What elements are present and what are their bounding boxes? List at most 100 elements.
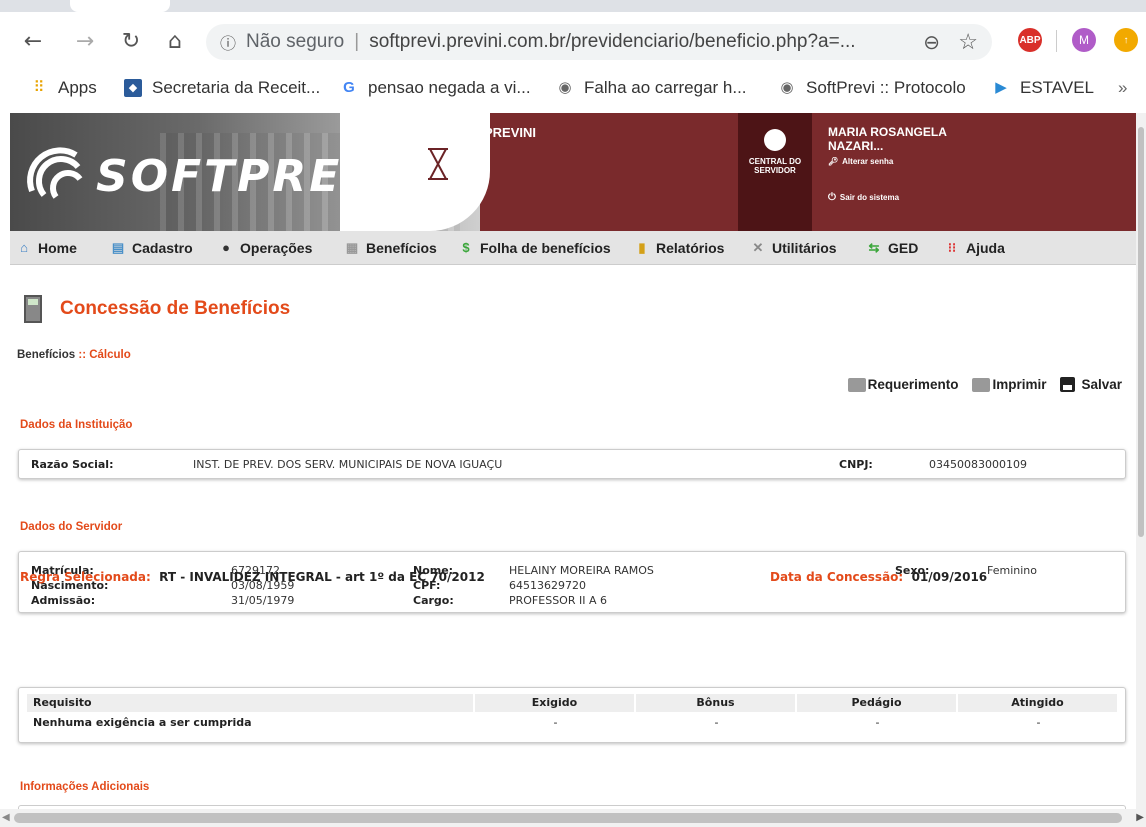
menu-cadastro[interactable]: ▤ Cadastro [110, 240, 193, 256]
operacoes-icon: ● [222, 240, 230, 255]
address-bar[interactable]: ⓘ Não seguro | softprevi.previni.com.br/… [206, 24, 992, 60]
bookmark-label: ESTAVEL [1020, 78, 1095, 97]
menu-ged[interactable]: ⇆ GED [866, 240, 919, 256]
active-tab[interactable] [70, 0, 170, 12]
security-label: Não seguro [246, 31, 345, 52]
central-do-servidor-button[interactable]: CENTRAL DO SERVIDOR [738, 113, 812, 231]
org-name: PREVINI [484, 125, 537, 140]
extension-icon[interactable]: ↑ [1114, 28, 1138, 52]
main-menu: ⌂ Home ▤ Cadastro ● Operações ▦ Benefícios $… [10, 231, 1136, 265]
section-servidor-title: Dados do Servidor [20, 521, 123, 533]
home-icon[interactable]: ⌂ [160, 26, 190, 56]
bookmark-falha[interactable]: ◉ Falha ao carregar h... [556, 78, 747, 98]
star-icon[interactable]: ☆ [958, 29, 978, 55]
cpf-value: 64513629720 [509, 579, 586, 592]
cell-atingido: - [1036, 716, 1041, 729]
bookmark-apps[interactable]: ⠿ Apps [30, 78, 97, 98]
menu-folha[interactable]: $ Folha de benefícios [458, 240, 611, 256]
admissao-value: 31/05/1979 [231, 594, 295, 607]
bookmark-estavel[interactable]: ▶ ESTAVEL [992, 78, 1094, 98]
logo-text: SOFTPREVI [96, 151, 399, 202]
imprimir-button[interactable]: Imprimir [972, 377, 1046, 392]
menu-label: Utilitários [772, 240, 837, 256]
change-password-label: Alterar senha [842, 157, 894, 166]
scroll-left-icon[interactable]: ◀ [2, 812, 10, 823]
url-text[interactable]: softprevi.previni.com.br/previdenciario/… [369, 31, 855, 53]
cell-bonus: - [714, 716, 719, 729]
table-row: Nenhuma exigência a ser cumprida - - - - [27, 714, 1119, 732]
imprimir-label: Imprimir [992, 377, 1047, 392]
cargo-label: Cargo: [413, 594, 454, 607]
info-icon[interactable]: ⓘ [220, 30, 236, 54]
admissao-label: Admissão: [31, 594, 96, 607]
site-header: SOFTPREVI PREVINI CENTRAL DO SERVIDOR MA… [10, 113, 1136, 231]
scroll-right-icon[interactable]: ▶ [1136, 812, 1144, 823]
bookmark-receita[interactable]: ◆ Secretaria da Receit... [124, 78, 320, 98]
bookmark-label: Falha ao carregar h... [584, 78, 747, 97]
menu-label: Benefícios [366, 240, 437, 256]
menu-label: Folha de benefícios [480, 240, 611, 256]
instituicao-panel: Razão Social: INST. DE PREV. DOS SERV. M… [18, 449, 1126, 479]
cnpj-value: 03450083000109 [929, 458, 1027, 471]
page-title-row: Concessão de Benefícios [24, 295, 290, 323]
header-bonus: Bônus [636, 694, 797, 712]
bookmark-protocolo[interactable]: ◉ SoftPrevi :: Protocolo [778, 78, 965, 98]
zoom-icon[interactable]: ⊖ [923, 30, 940, 55]
main-content: Concessão de Benefícios Benefícios :: Cá… [10, 265, 1136, 815]
data-concessao-value: 01/09/2016 [911, 570, 988, 584]
bookmarks-overflow[interactable]: » [1118, 78, 1127, 98]
menu-ajuda[interactable]: ⁝⁝ Ajuda [944, 240, 1005, 256]
key-icon: 🔑︎ [828, 157, 839, 166]
abp-extension-icon[interactable]: ABP [1018, 28, 1042, 52]
home-icon: ⌂ [20, 240, 28, 255]
bookmark-pensao[interactable]: Gpensao negada a vi... [340, 78, 530, 98]
menu-beneficios[interactable]: ▦ Benefícios [344, 240, 437, 256]
menu-label: Operações [240, 240, 313, 256]
chart-icon: ▮ [638, 240, 646, 255]
salvar-label: Salvar [1081, 377, 1122, 392]
header-pedagio: Pedágio [797, 694, 958, 712]
ged-icon: ⇆ [868, 240, 880, 255]
profile-avatar[interactable]: M [1072, 28, 1096, 52]
menu-utilitarios[interactable]: ✕ Utilitários [750, 240, 837, 256]
horizontal-scrollbar[interactable]: ◀ ▶ [0, 809, 1146, 827]
globe-icon: ◉ [780, 79, 794, 96]
scrollbar-thumb[interactable] [1138, 127, 1144, 537]
razao-social-value: INST. DE PREV. DOS SERV. MUNICIPAIS DE N… [193, 458, 503, 471]
breadcrumb: Benefícios :: Cálculo [17, 349, 131, 361]
cargo-value: PROFESSOR II A 6 [509, 594, 607, 607]
tab-strip [0, 0, 1146, 12]
scrollbar-thumb[interactable] [14, 813, 1122, 823]
requerimento-button[interactable]: Requerimento [847, 377, 958, 392]
arrow-right-icon[interactable]: → [70, 26, 100, 56]
razao-social-label: Razão Social: [31, 458, 114, 471]
address-separator: | [354, 31, 360, 52]
change-password-link[interactable]: 🔑︎ Alterar senha [828, 155, 1028, 169]
google-icon: G [343, 79, 355, 96]
printer-icon [847, 377, 866, 392]
estavel-icon: ▶ [995, 79, 1007, 96]
apps-grid-icon: ⠿ [33, 79, 45, 96]
header-atingido: Atingido [958, 694, 1119, 712]
menu-label: Ajuda [966, 240, 1005, 256]
breadcrumb-parent[interactable]: Benefícios [17, 349, 75, 361]
cadastro-icon: ▤ [111, 240, 125, 255]
menu-label: Home [38, 240, 77, 256]
central-label-1: CENTRAL DO [748, 157, 802, 166]
receita-icon: ◆ [124, 79, 142, 97]
menu-label: Relatórios [656, 240, 725, 256]
logout-label: Sair do sistema [839, 193, 900, 202]
menu-home[interactable]: ⌂ Home [16, 240, 77, 256]
vertical-scrollbar[interactable] [1136, 113, 1146, 809]
reload-icon[interactable]: ↻ [116, 26, 146, 56]
menu-label: Cadastro [132, 240, 193, 256]
menu-operacoes[interactable]: ● Operações [218, 240, 312, 256]
cell-exigido: - [553, 716, 558, 729]
salvar-button[interactable]: Salvar [1060, 377, 1122, 392]
user-panel: MARIA ROSANGELA NAZARI... 🔑︎ Alterar senh… [828, 125, 1028, 205]
arrow-left-icon[interactable]: ← [18, 26, 48, 56]
logout-link[interactable]: ⏻ Sair do sistema [828, 191, 1028, 205]
calculator-icon [24, 295, 42, 323]
menu-relatorios[interactable]: ▮ Relatórios [634, 240, 724, 256]
sexo-value: Feminino [987, 564, 1037, 577]
